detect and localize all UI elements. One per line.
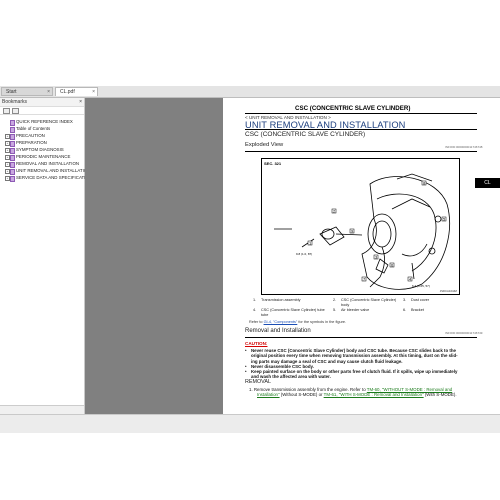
- bookmark-item[interactable]: + PRECAUTION: [0, 132, 84, 140]
- removal-step-1: 1. Remove transmission assembly from the…: [249, 387, 481, 398]
- caution-text: Never reuse CSC (Concentric Slave Cylind…: [251, 348, 456, 353]
- part-name: CSC (Concentric Slave Cylinder): [341, 298, 397, 302]
- page-title: CSC (CONCENTRIC SLAVE CYLINDER): [295, 105, 411, 112]
- bookmark-item[interactable]: + PREPARATION: [0, 139, 84, 147]
- torque-label: 9.8 (1.0, 87): [296, 252, 312, 256]
- tm-60-link[interactable]: TM-60, "WITHOUT S-MODE : Removal and: [367, 387, 452, 392]
- expander[interactable]: [5, 127, 8, 130]
- bookmark-label: Table of Contents: [16, 126, 51, 131]
- info-id: INFOID:0000000011746749: [445, 331, 483, 335]
- exploded-view-figure: SEC. 321 1 2 3 4 5 6 7 8 9 9.8 (1.0, 87)…: [261, 158, 460, 295]
- close-icon[interactable]: ×: [79, 98, 82, 106]
- bookmarks-panel: Bookmarks × QUICK REFERENCE INDEX Table …: [0, 98, 88, 414]
- tab-document-label: CL.pdf: [60, 89, 75, 95]
- components-link[interactable]: GI-4, "Components": [264, 320, 298, 324]
- tab-bar: Start × CL.pdf ×: [0, 86, 500, 98]
- torque-label: 6.4 (0.65, 57): [412, 284, 430, 288]
- part-num: 6.: [403, 308, 407, 312]
- tm-60-link-cont[interactable]: Installation": [257, 392, 280, 397]
- bookmark-label: SYMPTOM DIAGNOSIS: [16, 147, 64, 152]
- note-text: for the symbols in the figure.: [297, 320, 347, 324]
- divider: [245, 151, 477, 152]
- transmission-diagram: 1 2 3 4 5 6 7 8 9 9.8 (1.0, 87) 6.4 (0.6…: [274, 173, 450, 290]
- bookmark-item[interactable]: + PERIODIC MAINTENANCE: [0, 153, 84, 161]
- bookmark-label: PREPARATION: [16, 140, 47, 145]
- divider: [245, 129, 477, 130]
- bookmark-item[interactable]: + UNIT REMOVAL AND INSTALLATIO: [0, 167, 88, 175]
- bookmark-label: SERVICE DATA AND SPECIFICATI: [16, 175, 86, 180]
- caution-text: Keep painted surface on the body or othe…: [251, 369, 458, 375]
- step-text: (Without S-MODE) or: [279, 392, 324, 398]
- caution-body: Never reuse CSC (Concentric Slave Cylind…: [245, 348, 481, 380]
- close-icon[interactable]: ×: [92, 88, 95, 97]
- bookmark-label: REMOVAL AND INSTALLATION: [16, 161, 80, 166]
- bookmark-item[interactable]: + SYMPTOM DIAGNOSIS: [0, 146, 84, 154]
- section-side-tab: CL: [475, 178, 500, 188]
- part-name: Transmission assembly: [261, 298, 301, 302]
- part-num: 3.: [403, 298, 407, 302]
- part-num: 2.: [333, 298, 337, 302]
- removal-heading: REMOVAL: [245, 379, 271, 385]
- collapse-all-icon[interactable]: [12, 108, 19, 114]
- bookmark-label: PERIODIC MAINTENANCE: [16, 154, 71, 159]
- status-bar: [0, 414, 500, 433]
- note-text: Refer to: [249, 320, 264, 324]
- bookmark-label: UNIT REMOVAL AND INSTALLATIO: [16, 168, 88, 173]
- part-num: 4.: [253, 308, 257, 312]
- bookmark-label: QUICK REFERENCE INDEX: [16, 119, 73, 124]
- caution-text: original position every time when removi…: [251, 353, 458, 359]
- bookmarks-title: Bookmarks: [2, 99, 28, 105]
- bookmarks-toolbar: [0, 107, 84, 115]
- expander[interactable]: [5, 120, 8, 123]
- step-text: 1. Remove transmission assembly from the…: [249, 387, 367, 392]
- tab-start[interactable]: Start ×: [1, 87, 53, 96]
- removal-installation-heading: Removal and Installation: [245, 328, 311, 334]
- divider: [245, 113, 477, 114]
- tab-document[interactable]: CL.pdf ×: [55, 87, 98, 96]
- caution-text: and wash the affected area with water.: [251, 374, 331, 380]
- bookmarks-header: Bookmarks ×: [0, 98, 84, 107]
- part-name: Air bleeder valve: [341, 308, 370, 312]
- figure-code: JSDCA104ZZ: [439, 289, 457, 293]
- bookmark-item[interactable]: QUICK REFERENCE INDEX: [0, 118, 84, 126]
- exploded-view-heading: Exploded View: [245, 142, 284, 148]
- tm-61-link[interactable]: TM-61, "WITH S-MODE : Removal and Instal…: [324, 392, 424, 397]
- expand-all-icon[interactable]: [3, 108, 10, 114]
- part-num: 1.: [253, 298, 257, 302]
- close-icon[interactable]: ×: [47, 88, 50, 97]
- divider: [245, 337, 477, 338]
- components-note: Refer to GI-4, "Components" for the symb…: [249, 320, 346, 324]
- part-name-cont: tube: [261, 312, 269, 317]
- step-text: (With S-MODE).: [423, 392, 457, 398]
- bookmark-label: PRECAUTION: [16, 133, 45, 138]
- info-id: INFOID:0000000011746748: [445, 145, 483, 149]
- part-name-cont: body: [341, 302, 350, 307]
- part-name: CSC (Concentric Slave Cylinder) tube: [261, 308, 325, 312]
- part-name: Dust cover: [411, 298, 430, 302]
- bookmark-item[interactable]: + SERVICE DATA AND SPECIFICATI: [0, 174, 86, 182]
- tab-start-label: Start: [6, 89, 17, 95]
- pdf-page: CSC (CONCENTRIC SLAVE CYLINDER) < UNIT R…: [223, 98, 500, 414]
- bookmark-item[interactable]: Table of Contents: [0, 125, 84, 133]
- part-num: 5.: [333, 308, 337, 312]
- subsection-title: CSC (CONCENTRIC SLAVE CYLINDER): [245, 131, 366, 138]
- bookmark-icon: [10, 175, 15, 182]
- part-name: Bracket: [411, 308, 424, 312]
- sidebar-scrollbar[interactable]: [0, 405, 84, 414]
- bookmark-item[interactable]: + REMOVAL AND INSTALLATION: [0, 160, 84, 168]
- caution-text: Never disassemble CSC body.: [251, 363, 314, 369]
- caution-label: CAUTION:: [245, 341, 268, 346]
